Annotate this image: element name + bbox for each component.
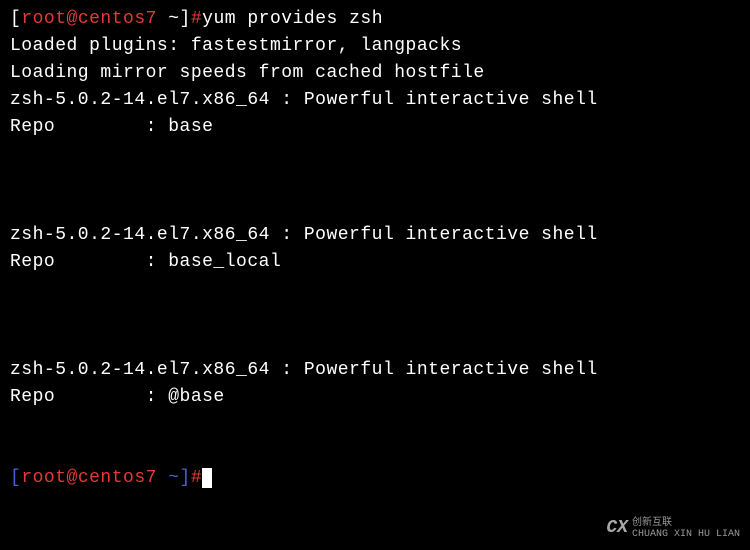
result-2-package: zsh-5.0.2-14.el7.x86_64 : Powerful inter… <box>10 222 740 249</box>
result-1-package: zsh-5.0.2-14.el7.x86_64 : Powerful inter… <box>10 87 740 114</box>
blank-line <box>10 141 740 168</box>
watermark-logo-icon: CX <box>606 515 628 542</box>
output-line-1: Loaded plugins: fastestmirror, langpacks <box>10 33 740 60</box>
prompt-line-2[interactable]: [root@centos7 ~]# <box>10 465 740 492</box>
tilde: ~ <box>157 468 180 488</box>
watermark: CX 创新互联 CHUANG XIN HU LIAN <box>606 515 740 542</box>
bracket-close: ] <box>180 468 191 488</box>
bracket-open: [ <box>10 9 21 29</box>
user-host: root@centos7 <box>21 468 157 488</box>
hash-symbol: # <box>191 468 202 488</box>
blank-line <box>10 438 740 465</box>
output-line-2: Loading mirror speeds from cached hostfi… <box>10 60 740 87</box>
blank-line <box>10 195 740 222</box>
watermark-text-block: 创新互联 CHUANG XIN HU LIAN <box>632 518 740 540</box>
bracket-open: [ <box>10 468 21 488</box>
prompt-line-1: [root@centos7 ~]#yum provides zsh <box>10 6 740 33</box>
bracket-close: ] <box>180 9 191 29</box>
blank-line <box>10 303 740 330</box>
blank-line <box>10 330 740 357</box>
hash-symbol: # <box>191 9 202 29</box>
user-host: root@centos7 <box>21 9 157 29</box>
blank-line <box>10 168 740 195</box>
result-3-package: zsh-5.0.2-14.el7.x86_64 : Powerful inter… <box>10 357 740 384</box>
watermark-text-line2: CHUANG XIN HU LIAN <box>632 529 740 540</box>
result-2-repo: Repo : base_local <box>10 249 740 276</box>
cursor-icon <box>202 468 212 488</box>
blank-line <box>10 411 740 438</box>
blank-line <box>10 276 740 303</box>
result-1-repo: Repo : base <box>10 114 740 141</box>
command-text: yum provides zsh <box>202 9 383 29</box>
tilde: ~ <box>157 9 180 29</box>
result-3-repo: Repo : @base <box>10 384 740 411</box>
watermark-text-line1: 创新互联 <box>632 518 740 529</box>
